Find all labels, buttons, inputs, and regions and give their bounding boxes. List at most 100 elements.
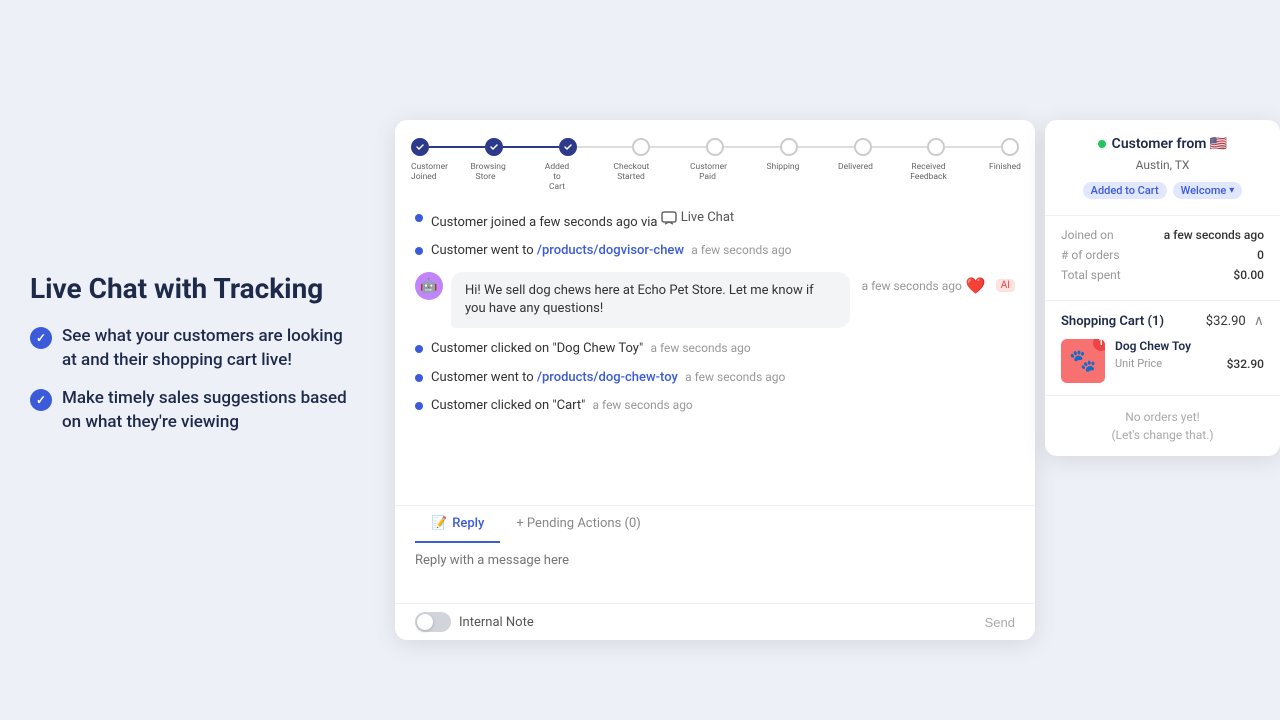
customer-name-row: Customer from 🇺🇸 xyxy=(1098,136,1228,152)
step-label-1: BrowsingStore xyxy=(471,162,501,182)
bot-bubble: Hi! We sell dog chews here at Echo Pet S… xyxy=(451,272,850,328)
step-node-7 xyxy=(927,138,945,156)
event-time-1: a few seconds ago xyxy=(691,243,791,257)
feature-text-2: Make timely sales suggestions based on w… xyxy=(62,387,350,435)
event-dot-4 xyxy=(415,402,423,410)
tab-reply[interactable]: 📝 Reply xyxy=(415,506,500,543)
step-line-4 xyxy=(724,146,780,148)
customer-badges: Added to Cart Welcome ▾ xyxy=(1083,182,1243,199)
internal-note-toggle-wrap: Internal Note xyxy=(415,612,534,632)
cart-item: 🐾 1 Dog Chew Toy Unit Price $32.90 xyxy=(1061,339,1264,383)
joined-label: Joined on xyxy=(1061,228,1114,242)
chat-event-4: Customer clicked on "Cart" a few seconds… xyxy=(415,397,1015,415)
step-node-1 xyxy=(485,138,503,156)
step-line-3 xyxy=(650,146,706,148)
step-line-5 xyxy=(798,146,854,148)
event-time-2: a few seconds ago xyxy=(650,341,750,355)
orders-label: # of orders xyxy=(1061,248,1120,262)
cart-item-price-row: Unit Price $32.90 xyxy=(1115,357,1264,371)
ai-badge: AI xyxy=(996,279,1015,292)
orders-empty-line2: (Let's change that.) xyxy=(1061,426,1264,444)
event-text-1: Customer went to /products/dogvisor-chew… xyxy=(431,242,792,260)
step-node-0 xyxy=(411,138,429,156)
left-panel: Live Chat with Tracking See what your cu… xyxy=(0,0,390,720)
chat-panel: CustomerJoined BrowsingStore Added toCar… xyxy=(395,120,1035,640)
cart-expand-icon[interactable]: ∧ xyxy=(1254,313,1264,329)
event-text-0: Customer joined a few seconds ago via Li… xyxy=(431,209,734,232)
event-dot-0 xyxy=(415,214,423,222)
feature-text-1: See what your customers are looking at a… xyxy=(62,325,350,373)
event-text-4: Customer clicked on "Cart" a few seconds… xyxy=(431,397,693,415)
progress-nodes xyxy=(411,138,1019,156)
internal-note-toggle[interactable] xyxy=(415,612,451,632)
event-link-3[interactable]: /products/dog-chew-toy xyxy=(537,370,678,385)
event-text-3: Customer went to /products/dog-chew-toy … xyxy=(431,369,785,387)
badge-added-to-cart: Added to Cart xyxy=(1083,182,1167,199)
cart-section: Shopping Cart (1) $32.90 ∧ 🐾 1 Dog Chew … xyxy=(1045,301,1280,396)
step-line-0 xyxy=(429,146,485,148)
event-link-1[interactable]: /products/dogvisor-chew xyxy=(537,243,684,258)
reply-input[interactable] xyxy=(415,553,1015,593)
chevron-down-icon: ▾ xyxy=(1229,185,1234,196)
step-node-6 xyxy=(854,138,872,156)
orders-row: # of orders 0 xyxy=(1061,248,1264,262)
customer-info-section: Joined on a few seconds ago # of orders … xyxy=(1045,216,1280,301)
step-label-4: CustomerPaid xyxy=(690,162,725,182)
send-button[interactable]: Send xyxy=(985,615,1015,630)
event-dot-2 xyxy=(415,345,423,353)
event-dot-3 xyxy=(415,374,423,382)
chat-event-1: Customer went to /products/dogvisor-chew… xyxy=(415,242,1015,260)
page-title: Live Chat with Tracking xyxy=(30,272,350,306)
step-label-7: ReceivedFeedback xyxy=(910,162,948,182)
joined-value: a few seconds ago xyxy=(1164,228,1264,242)
cart-header: Shopping Cart (1) $32.90 ∧ xyxy=(1061,313,1264,329)
customer-header: Customer from 🇺🇸 Austin, TX Added to Car… xyxy=(1045,120,1280,216)
cart-total: $32.90 xyxy=(1206,314,1246,329)
pending-tab-label: + Pending Actions (0) xyxy=(516,516,641,531)
progress-track: CustomerJoined BrowsingStore Added toCar… xyxy=(395,120,1035,193)
step-line-6 xyxy=(872,146,928,148)
step-labels: CustomerJoined BrowsingStore Added toCar… xyxy=(411,162,1019,193)
step-label-5: Shipping xyxy=(767,162,797,172)
cart-item-image: 🐾 1 xyxy=(1061,339,1105,383)
step-node-3 xyxy=(632,138,650,156)
cart-title: Shopping Cart (1) xyxy=(1061,314,1164,329)
toggle-knob xyxy=(417,614,433,630)
bot-time: a few seconds ago xyxy=(862,279,962,293)
chat-event-0: Customer joined a few seconds ago via Li… xyxy=(415,209,1015,232)
online-indicator xyxy=(1098,140,1106,148)
feature-item-2: Make timely sales suggestions based on w… xyxy=(30,387,350,435)
cart-item-name: Dog Chew Toy xyxy=(1115,339,1264,353)
event-time-4: a few seconds ago xyxy=(593,398,693,412)
unit-price-value: $32.90 xyxy=(1227,357,1264,371)
orders-section: No orders yet! (Let's change that.) xyxy=(1045,396,1280,456)
feature-item-1: See what your customers are looking at a… xyxy=(30,325,350,373)
bot-avatar: 🤖 xyxy=(415,272,443,300)
customer-name: Customer from 🇺🇸 xyxy=(1112,136,1228,152)
step-line-1 xyxy=(503,146,559,148)
check-icon-2 xyxy=(30,389,52,411)
spent-value: $0.00 xyxy=(1233,268,1264,282)
spent-row: Total spent $0.00 xyxy=(1061,268,1264,282)
chat-area[interactable]: Customer joined a few seconds ago via Li… xyxy=(395,193,1035,505)
step-label-0: CustomerJoined xyxy=(411,162,429,182)
cart-header-right: $32.90 ∧ xyxy=(1206,313,1264,329)
chat-event-2: Customer clicked on "Dog Chew Toy" a few… xyxy=(415,340,1015,358)
orders-empty-line1: No orders yet! xyxy=(1061,408,1264,426)
event-time-3: a few seconds ago xyxy=(685,370,785,384)
tab-pending-actions[interactable]: + Pending Actions (0) xyxy=(500,506,657,543)
orders-empty: No orders yet! (Let's change that.) xyxy=(1061,408,1264,444)
orders-value: 0 xyxy=(1257,248,1264,262)
spent-label: Total spent xyxy=(1061,268,1121,282)
cart-item-details: Dog Chew Toy Unit Price $32.90 xyxy=(1115,339,1264,371)
joined-row: Joined on a few seconds ago xyxy=(1061,228,1264,242)
event-dot-1 xyxy=(415,247,423,255)
right-panel: Customer from 🇺🇸 Austin, TX Added to Car… xyxy=(1045,120,1280,456)
step-label-2: Added toCart xyxy=(542,162,572,193)
event-text-2: Customer clicked on "Dog Chew Toy" a few… xyxy=(431,340,751,358)
bottom-bar: Internal Note Send xyxy=(395,603,1035,640)
step-line-2 xyxy=(577,146,633,148)
step-node-5 xyxy=(780,138,798,156)
heart-icon: ❤️ xyxy=(966,276,986,295)
badge-welcome: Welcome ▾ xyxy=(1173,182,1243,199)
